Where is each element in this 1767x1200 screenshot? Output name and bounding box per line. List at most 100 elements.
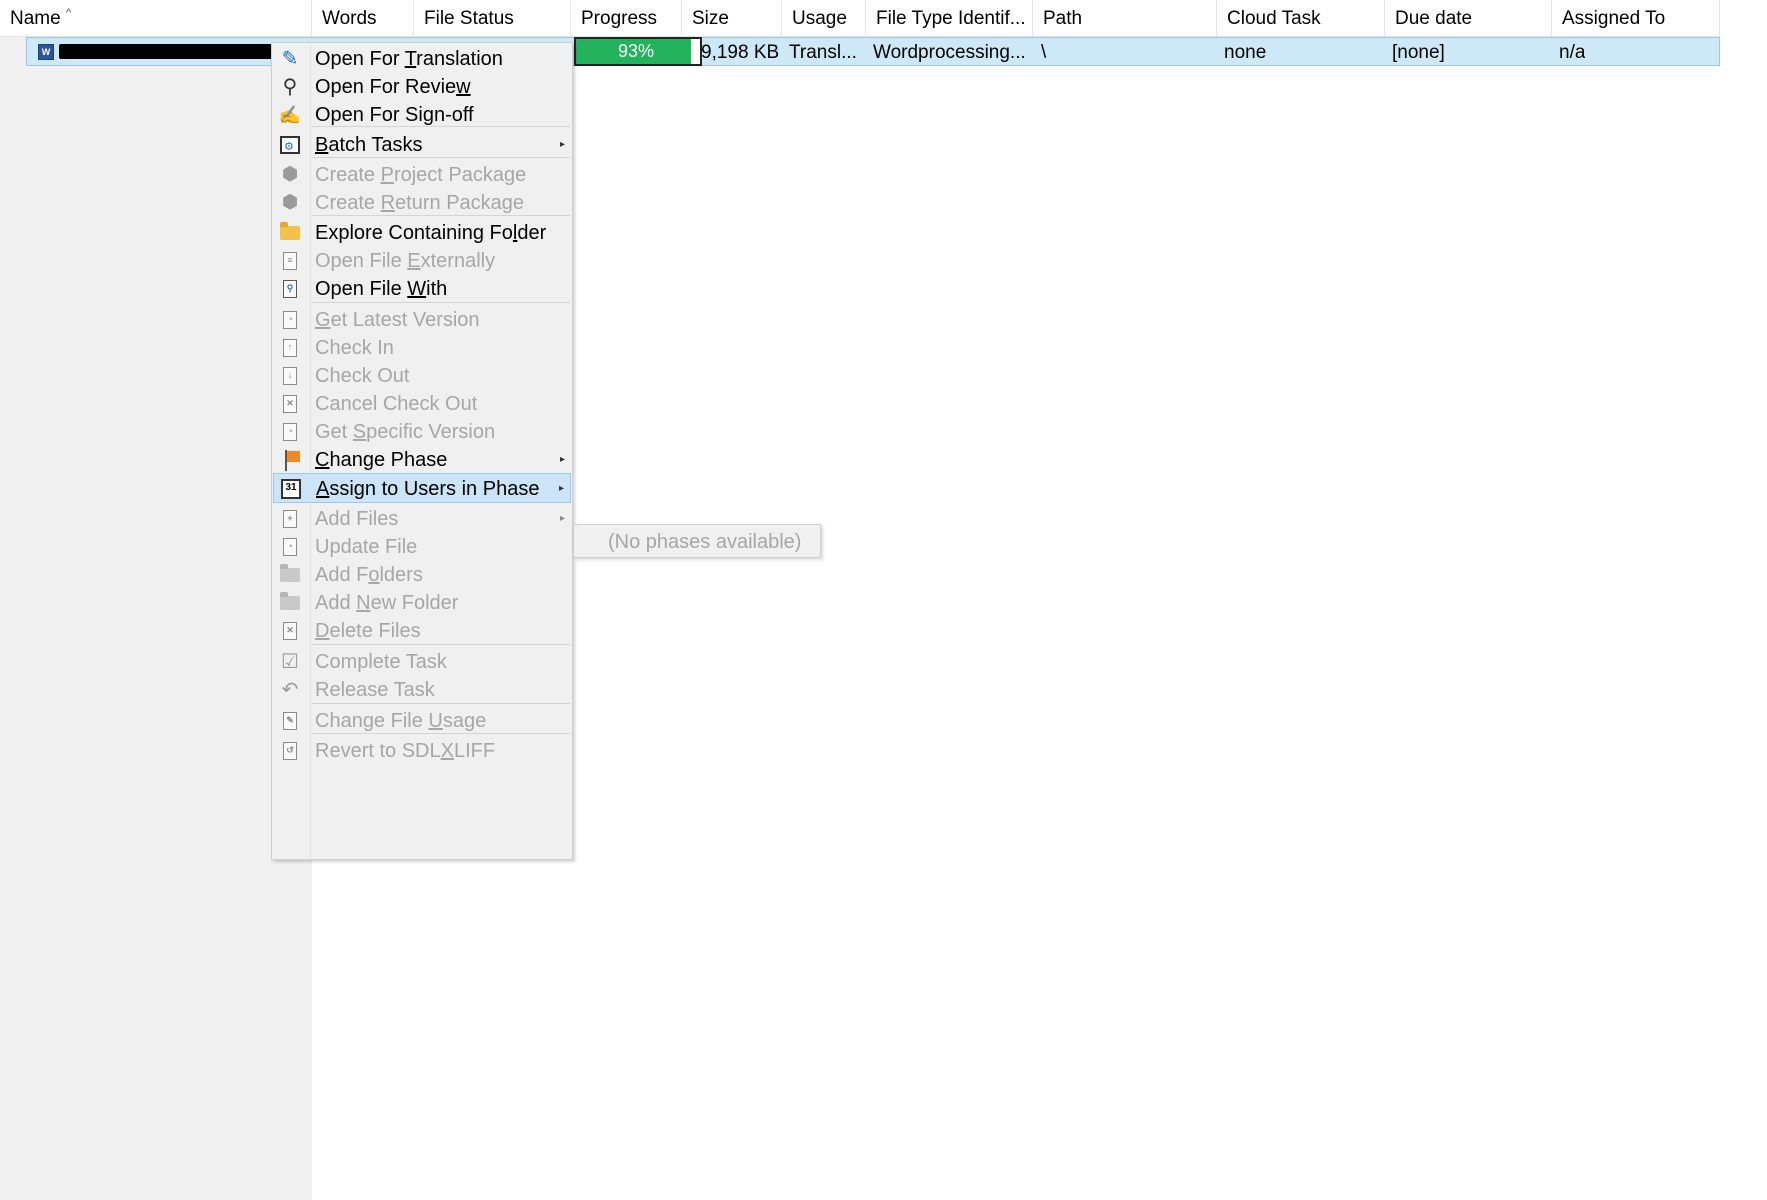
menu-item-check-in[interactable]: ↑ Check In [273,333,571,363]
menu-item-label: Change File Usage [315,710,487,732]
flag-icon [279,449,301,471]
column-header-progress[interactable]: Progress [571,0,682,36]
menu-item-change-file-usage[interactable]: ✎ Change File Usage [273,706,571,736]
column-header-usage[interactable]: Usage [782,0,866,36]
menu-item-batch-tasks[interactable]: Batch Tasks ▸ [273,130,571,160]
menu-item-add-folders[interactable]: Add Folders [273,560,571,590]
menu-item-label: Add New Folder [315,592,459,614]
menu-item-release-task[interactable]: ↶ Release Task [273,675,571,705]
column-header-assigned-to[interactable]: Assigned To [1552,0,1720,36]
check-in-icon: ↑ [279,337,301,359]
menu-item-label: Open File With [315,278,448,300]
menu-item-update-file[interactable]: ◔ Update File [273,532,571,562]
update-file-icon: ◔ [279,536,301,558]
menu-item-get-latest-version[interactable]: ◔ Get Latest Version [273,305,571,335]
submenu-item-no-phases: (No phases available) [608,531,802,553]
menu-item-label: Create Project Package [315,164,527,186]
progress-label: 93% [617,41,655,61]
menu-item-check-out[interactable]: ↓ Check Out [273,361,571,391]
cell-file-type: Wordprocessing... [873,42,1026,63]
cell-assigned-to: n/a [1559,42,1586,63]
sort-ascending-icon: ^ [66,7,72,19]
package-icon: ⬢ [281,164,299,185]
menu-item-create-return-package[interactable]: ⬢ Create Return Package [273,188,571,218]
redacted-file-name [59,44,297,59]
menu-item-label: Update File [315,536,418,558]
file-usage-icon: ✎ [279,710,301,732]
menu-item-explore-containing-folder[interactable]: Explore Containing Folder [273,218,571,248]
column-header-size[interactable]: Size [682,0,782,36]
column-header-file-type[interactable]: File Type Identif... [866,0,1033,36]
menu-item-label: Assign to Users in Phase [316,478,540,500]
column-header-cloud-task[interactable]: Cloud Task [1217,0,1385,36]
column-header-path[interactable]: Path [1033,0,1217,36]
menu-item-open-file-with[interactable]: ⚲ Open File With [273,274,571,304]
word-document-icon: W [38,44,54,60]
menu-item-add-files[interactable]: + Add Files ▸ [273,504,571,534]
checkbox-icon: ☑ [281,651,299,673]
cell-due-date: [none] [1392,42,1445,63]
add-files-icon: + [279,508,301,530]
cancel-check-out-icon: ✕ [279,393,301,415]
menu-item-create-project-package[interactable]: ⬢ Create Project Package [273,160,571,190]
menu-item-label: Change Phase [315,449,448,471]
menu-item-open-file-externally[interactable]: ≡ Open File Externally [273,246,571,276]
column-header-file-status[interactable]: File Status [414,0,571,36]
menu-item-cancel-check-out[interactable]: ✕ Cancel Check Out [273,389,571,419]
submenu-arrow-icon: ▸ [559,513,565,524]
folder-icon [279,222,301,244]
menu-item-add-new-folder[interactable]: Add New Folder [273,588,571,618]
menu-item-label: Add Folders [315,564,423,586]
menu-item-label: Open File Externally [315,250,496,272]
cell-size: 9,198 KB [701,42,780,63]
column-header-words[interactable]: Words [312,0,414,36]
menu-item-change-phase[interactable]: Change Phase ▸ [273,445,571,475]
revert-icon: ↺ [279,740,301,762]
menu-item-complete-task[interactable]: ☑ Complete Task [273,647,571,677]
magnifier-icon: ⚲ [282,76,298,98]
latest-version-icon: ◔ [279,309,301,331]
release-icon: ↶ [281,679,299,701]
sign-off-icon: ✍ [278,105,302,125]
submenu-arrow-icon: ▸ [559,139,565,150]
menu-item-open-for-review[interactable]: ⚲ Open For Review [273,72,571,102]
cell-path: \ [1041,42,1047,63]
column-header-due-date[interactable]: Due date [1385,0,1552,36]
add-folders-icon [279,564,301,586]
delete-files-icon: ✕ [279,620,301,642]
cell-usage: Transl... [789,42,857,63]
calendar-icon: 31 [280,478,302,500]
menu-item-label: Open For Sign-off [315,104,474,126]
menu-item-label: Explore Containing Folder [315,222,547,244]
menu-item-label: Complete Task [315,651,447,673]
check-out-icon: ↓ [279,365,301,387]
menu-item-label: Get Specific Version [315,421,496,443]
menu-item-label: Cancel Check Out [315,393,478,415]
menu-item-label: Get Latest Version [315,309,480,331]
menu-item-label: Add Files [315,508,399,530]
grid-header: Name ^ Words File Status Progress Size U… [0,0,1720,37]
menu-item-assign-to-users-in-phase[interactable]: 31 Assign to Users in Phase ▸ [273,473,571,503]
menu-item-get-specific-version[interactable]: ◔ Get Specific Version [273,417,571,447]
menu-item-delete-files[interactable]: ✕ Delete Files [273,616,571,646]
menu-item-label: Open For Review [315,76,471,98]
menu-item-label: Release Task [315,679,435,701]
context-menu: ✎ Open For Translation ⚲ Open For Review ✍ Op… [271,42,573,860]
menu-item-label: Check Out [315,365,410,387]
return-package-icon: ⬢ [281,192,299,213]
menu-item-label: Create Return Package [315,192,525,214]
column-header-name[interactable]: Name ^ [0,0,312,36]
menu-item-open-for-translation[interactable]: ✎ Open For Translation [273,44,571,74]
submenu-arrow-icon: ▸ [558,483,564,494]
menu-item-open-for-sign-off[interactable]: ✍ Open For Sign-off [273,100,571,130]
progress-bar: 93% [574,37,702,66]
name-column-background [0,37,312,1200]
specific-version-icon: ◔ [279,421,301,443]
menu-item-revert-to-sdlxliff[interactable]: ↺ Revert to SDLXLIFF [273,736,571,766]
pencil-icon: ✎ [281,48,299,70]
document-search-icon: ⚲ [279,278,301,300]
menu-item-label: Check In [315,337,394,359]
document-icon: ≡ [279,250,301,272]
assign-phase-submenu: (No phases available) [573,524,821,558]
submenu-arrow-icon: ▸ [559,454,565,465]
